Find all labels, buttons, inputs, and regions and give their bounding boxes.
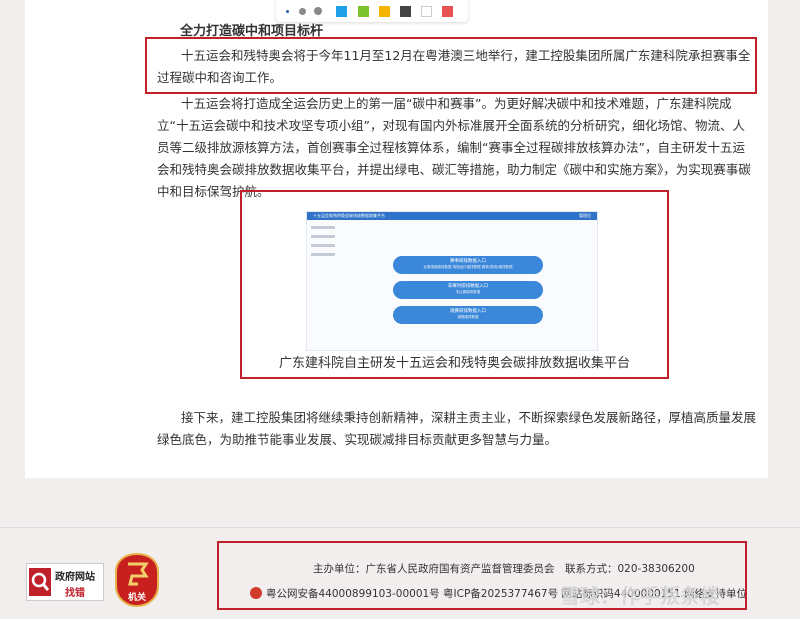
party-organ-badge[interactable]: 机关 [112, 552, 162, 608]
organ-label: 机关 [127, 593, 146, 603]
watermark-text: 雪球：作手叛条楼 [560, 584, 720, 608]
footer-divider [0, 527, 800, 528]
highlight-box-image [240, 190, 669, 379]
color-swatch-blue[interactable] [336, 6, 347, 17]
annotation-toolbar [276, 0, 468, 22]
gov-logo-line1: 政府网站 [55, 572, 95, 583]
toolbar-dot-small[interactable] [286, 10, 289, 13]
paragraph-2: 十五运会将打造成全运会历史上的第一届“碳中和赛事”。为更好解决碳中和技术难题，广… [157, 96, 751, 199]
magnifier-icon [29, 568, 51, 596]
paragraph-3: 接下来，建工控股集团将继续秉持创新精神，深耕主责主业，不断探索绿色发展新路径，厚… [157, 410, 757, 447]
toolbar-dot-medium[interactable] [299, 8, 306, 15]
color-swatch-red[interactable] [442, 6, 453, 17]
toolbar-dot-large[interactable] [314, 7, 322, 15]
color-swatch-green[interactable] [358, 6, 369, 17]
highlight-box-paragraph [145, 37, 757, 94]
color-swatch-yellow[interactable] [379, 6, 390, 17]
gov-logo-line2: 找错 [65, 588, 85, 599]
color-swatch-black[interactable] [400, 6, 411, 17]
color-swatch-white[interactable] [421, 6, 432, 17]
gov-website-error-logo[interactable]: 政府网站 找错 [26, 563, 104, 601]
